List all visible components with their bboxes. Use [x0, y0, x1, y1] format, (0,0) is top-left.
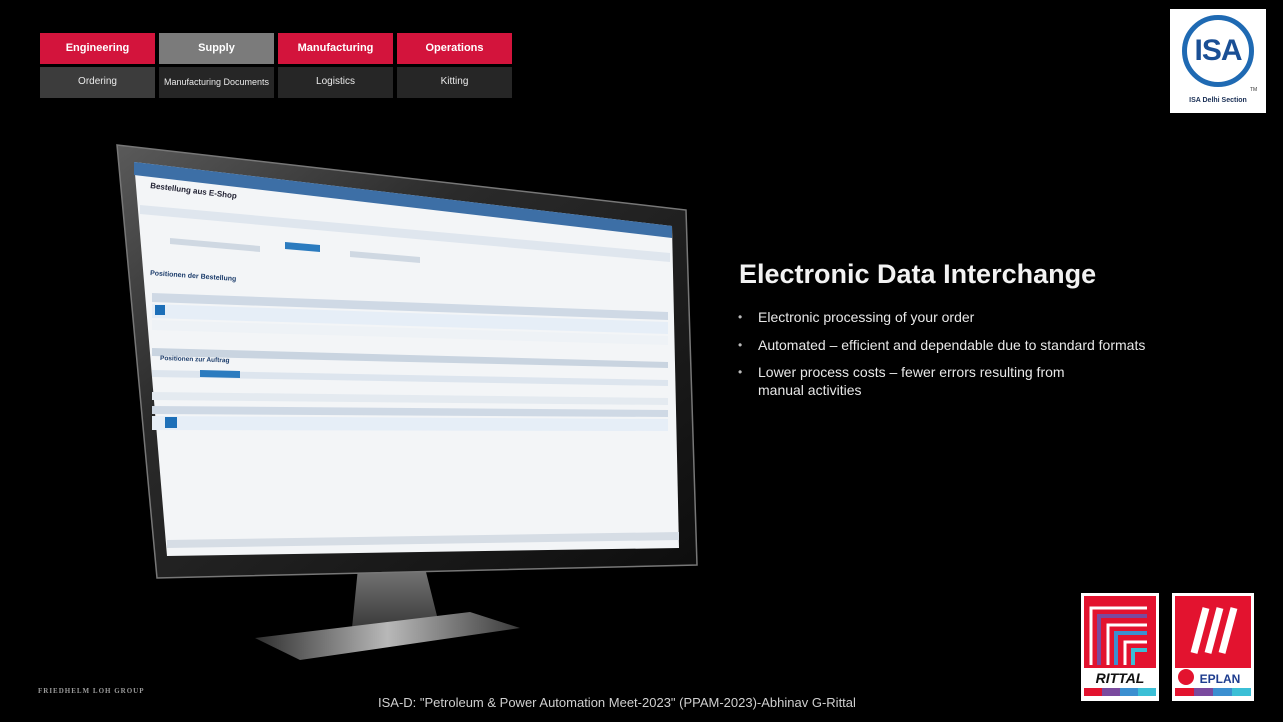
bullet-item: • Lower process costs – fewer errors resu…	[738, 364, 1098, 399]
rittal-logo-text: RITTAL	[1096, 670, 1145, 686]
screen-row2-icon	[165, 417, 177, 428]
isa-logo-text: ISA	[1194, 34, 1242, 67]
footer-caption: ISA-D: "Petroleum & Power Automation Mee…	[378, 695, 856, 710]
bullet-text: Electronic processing of your order	[758, 309, 975, 325]
eplan-logo-text: EPLAN	[1200, 672, 1241, 686]
isa-logo: ISA TM ISA Delhi Section	[1170, 9, 1266, 113]
isa-circle: ISA	[1182, 15, 1254, 87]
screen-row-icon	[155, 305, 165, 315]
eplan-logo: EPLAN	[1172, 593, 1254, 701]
slide: Engineering Supply Manufacturing Operati…	[0, 0, 1283, 722]
eplan-logo-graphic: EPLAN	[1175, 596, 1251, 696]
monitor-illustration: Bestellung aus E-Shop Positionen der Bes…	[116, 144, 698, 660]
bullet-text: Lower process costs – fewer errors resul…	[758, 364, 1065, 398]
isa-trademark: TM	[1250, 87, 1258, 93]
bullet-item: • Automated – efficient and dependable du…	[738, 337, 1258, 355]
bullet-list: • Electronic processing of your order • Au…	[738, 309, 1258, 409]
rittal-logo: RITTAL	[1081, 593, 1159, 701]
isa-caption: ISA Delhi Section	[1189, 97, 1247, 104]
bullet-dot: •	[738, 310, 743, 324]
bullet-dot: •	[738, 337, 743, 352]
bullet-dot: •	[738, 365, 743, 379]
screen-tab-active	[200, 370, 240, 378]
slide-heading: Electronic Data Interchange	[739, 259, 1097, 289]
bullet-item: • Electronic processing of your order	[738, 309, 1258, 327]
rittal-logo-graphic: RITTAL	[1084, 596, 1156, 696]
bullet-text: Automated – efficient and dependable due…	[758, 336, 1146, 353]
footer-group-name: FRIEDHELM LOH GROUP	[38, 687, 145, 695]
